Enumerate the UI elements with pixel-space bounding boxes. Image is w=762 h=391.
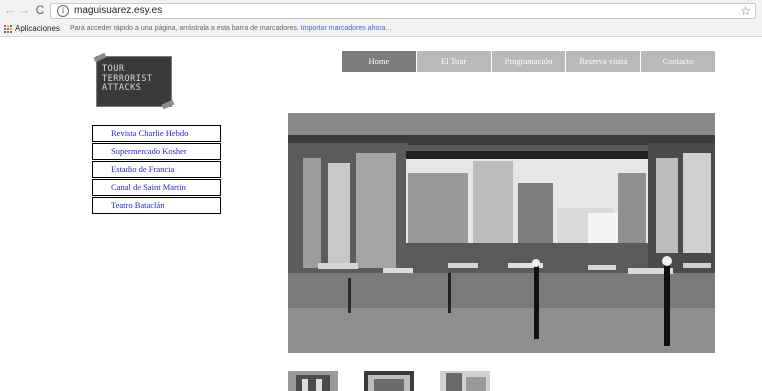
bookmark-star-icon[interactable]: ☆ [740, 4, 751, 18]
sidebar-menu: Revista Charlie Hebdo Supermercado Koshe… [92, 125, 221, 215]
thumbnail-2-graphic [364, 371, 414, 391]
thumbnail-3-graphic [440, 371, 490, 391]
apps-grid-dot [4, 28, 6, 30]
apps-grid-dot [7, 28, 9, 30]
apps-grid-icon[interactable] [4, 25, 12, 33]
apps-grid-dot [7, 25, 9, 27]
sidebar-item-teatro-bataclan[interactable]: Teatro Bataclán [92, 197, 221, 214]
nav-item-home[interactable]: Home [342, 51, 416, 72]
apps-grid-dot [10, 28, 12, 30]
logo-tape-decoration [161, 99, 175, 110]
back-arrow-icon[interactable]: ← [3, 3, 17, 17]
nav-item-contacto[interactable]: Contacto [641, 51, 715, 72]
sidebar-item-estadio-francia[interactable]: Estadio de Francia [92, 161, 221, 178]
browser-toolbar: ← → C i maguisuarez.esy.es ☆ [0, 0, 762, 22]
thumbnail-2[interactable] [364, 371, 414, 391]
apps-grid-dot [7, 31, 9, 33]
apps-grid-dot [4, 25, 6, 27]
info-icon[interactable]: i [57, 5, 69, 17]
url-text[interactable]: maguisuarez.esy.es [74, 5, 162, 17]
bookmarks-hint-text: Para acceder rápido a una página, arrást… [70, 25, 299, 32]
apps-grid-dot [10, 25, 12, 27]
reload-icon[interactable]: C [33, 3, 47, 17]
nav-item-el-tour[interactable]: El Tour [416, 51, 491, 72]
main-nav: Home El Tour Programación Reserva visita… [342, 51, 715, 72]
address-bar[interactable]: i maguisuarez.esy.es ☆ [50, 3, 756, 19]
forward-arrow-icon[interactable]: → [17, 3, 31, 17]
nav-item-reserva-visita[interactable]: Reserva visita [566, 51, 641, 72]
sidebar-item-charlie-hebdo[interactable]: Revista Charlie Hebdo [92, 125, 221, 142]
sidebar-item-canal-saint-martin[interactable]: Canal de Saint Martin [92, 179, 221, 196]
thumbnail-3[interactable] [440, 371, 490, 391]
apps-grid-dot [10, 31, 12, 33]
import-bookmarks-link[interactable]: Importar marcadores ahora... [301, 25, 392, 32]
nav-item-programacion[interactable]: Programación [491, 51, 566, 72]
sidebar-item-supermercado-kosher[interactable]: Supermercado Kosher [92, 143, 221, 160]
logo-text: TOUR TERRORIST ATTACKS [102, 64, 153, 93]
bookmarks-hint: Para acceder rápido a una página, arrást… [70, 23, 391, 34]
logo-tape-decoration [93, 52, 107, 63]
bookmarks-bar: Aplicaciones Para acceder rápido a una p… [0, 22, 762, 37]
hero-photo-graphic [288, 113, 715, 353]
apps-grid-dot [4, 31, 6, 33]
hero-photo [288, 113, 715, 353]
apps-bookmark[interactable]: Aplicaciones [15, 23, 60, 34]
thumbnail-1-graphic [288, 371, 338, 391]
site-logo[interactable]: TOUR TERRORIST ATTACKS [93, 52, 175, 110]
thumbnail-1[interactable] [288, 371, 338, 391]
